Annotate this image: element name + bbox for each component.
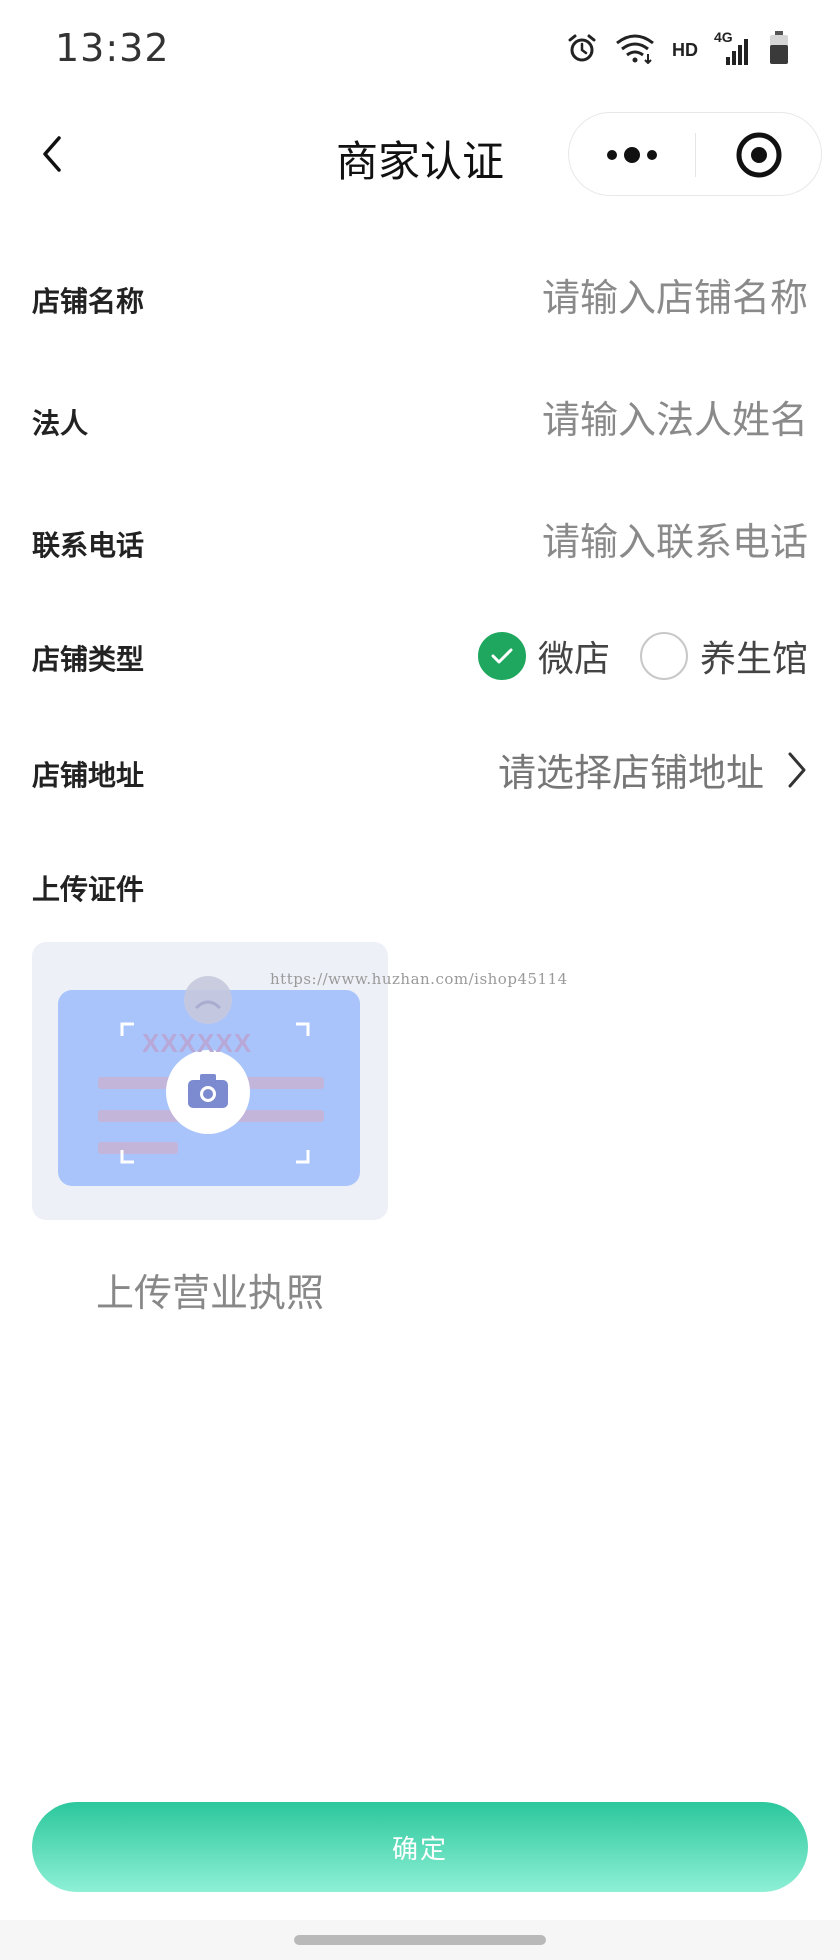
target-icon bbox=[736, 132, 782, 178]
home-indicator[interactable] bbox=[294, 1935, 546, 1945]
status-bar: 13:32 HD 4G bbox=[0, 0, 840, 100]
store-name-row: 店铺名称 bbox=[0, 248, 840, 348]
card-placeholder-text: XXXXXX bbox=[142, 1028, 253, 1058]
alarm-icon bbox=[566, 32, 598, 68]
chevron-right-icon bbox=[788, 752, 806, 787]
close-miniprogram-button[interactable] bbox=[696, 113, 822, 197]
confirm-button[interactable]: 确定 bbox=[32, 1802, 808, 1892]
store-address-select[interactable]: 请选择店铺地址 bbox=[498, 742, 812, 797]
store-address-row[interactable]: 店铺地址 请选择店铺地址 bbox=[0, 722, 840, 822]
nav-bar: 商家认证 bbox=[0, 100, 840, 212]
store-type-label: 店铺类型 bbox=[32, 643, 145, 676]
phone-row: 联系电话 bbox=[0, 492, 840, 592]
capsule-menu bbox=[568, 112, 822, 196]
phone-input[interactable] bbox=[388, 512, 808, 572]
store-name-input[interactable] bbox=[388, 268, 808, 328]
status-time: 13:32 bbox=[55, 26, 170, 70]
store-type-option-yangshengguan[interactable]: 养生馆 bbox=[639, 630, 808, 682]
radio-unchecked-icon bbox=[639, 632, 688, 680]
radio-checked-icon bbox=[477, 632, 526, 680]
store-address-label: 店铺地址 bbox=[32, 759, 145, 792]
upload-caption: 上传营业执照 bbox=[95, 1271, 324, 1315]
store-type-option-label: 微店 bbox=[537, 639, 610, 680]
more-button[interactable] bbox=[569, 113, 695, 197]
legal-person-input[interactable] bbox=[388, 390, 808, 450]
store-name-label: 店铺名称 bbox=[32, 285, 145, 318]
upload-label: 上传证件 bbox=[32, 873, 145, 906]
wifi-icon bbox=[614, 32, 656, 68]
store-type-option-label: 养生馆 bbox=[699, 639, 808, 680]
legal-person-label: 法人 bbox=[32, 407, 89, 440]
hd-label: HD bbox=[672, 39, 698, 60]
more-dots-icon bbox=[607, 147, 657, 163]
watermark-text: https://www.huzhan.com/ishop45114 bbox=[270, 970, 568, 988]
signal-icon: 4G bbox=[714, 29, 752, 67]
store-type-option-weidian[interactable]: 微店 bbox=[477, 630, 610, 682]
battery-icon bbox=[768, 30, 790, 70]
store-type-radio-group: 微店 养生馆 bbox=[448, 630, 808, 682]
phone-label: 联系电话 bbox=[32, 529, 145, 562]
store-type-row: 店铺类型 微店 养生馆 bbox=[0, 606, 840, 706]
store-address-placeholder: 请选择店铺地址 bbox=[497, 751, 764, 795]
status-icons: HD 4G bbox=[566, 29, 790, 70]
legal-person-row: 法人 bbox=[0, 370, 840, 470]
